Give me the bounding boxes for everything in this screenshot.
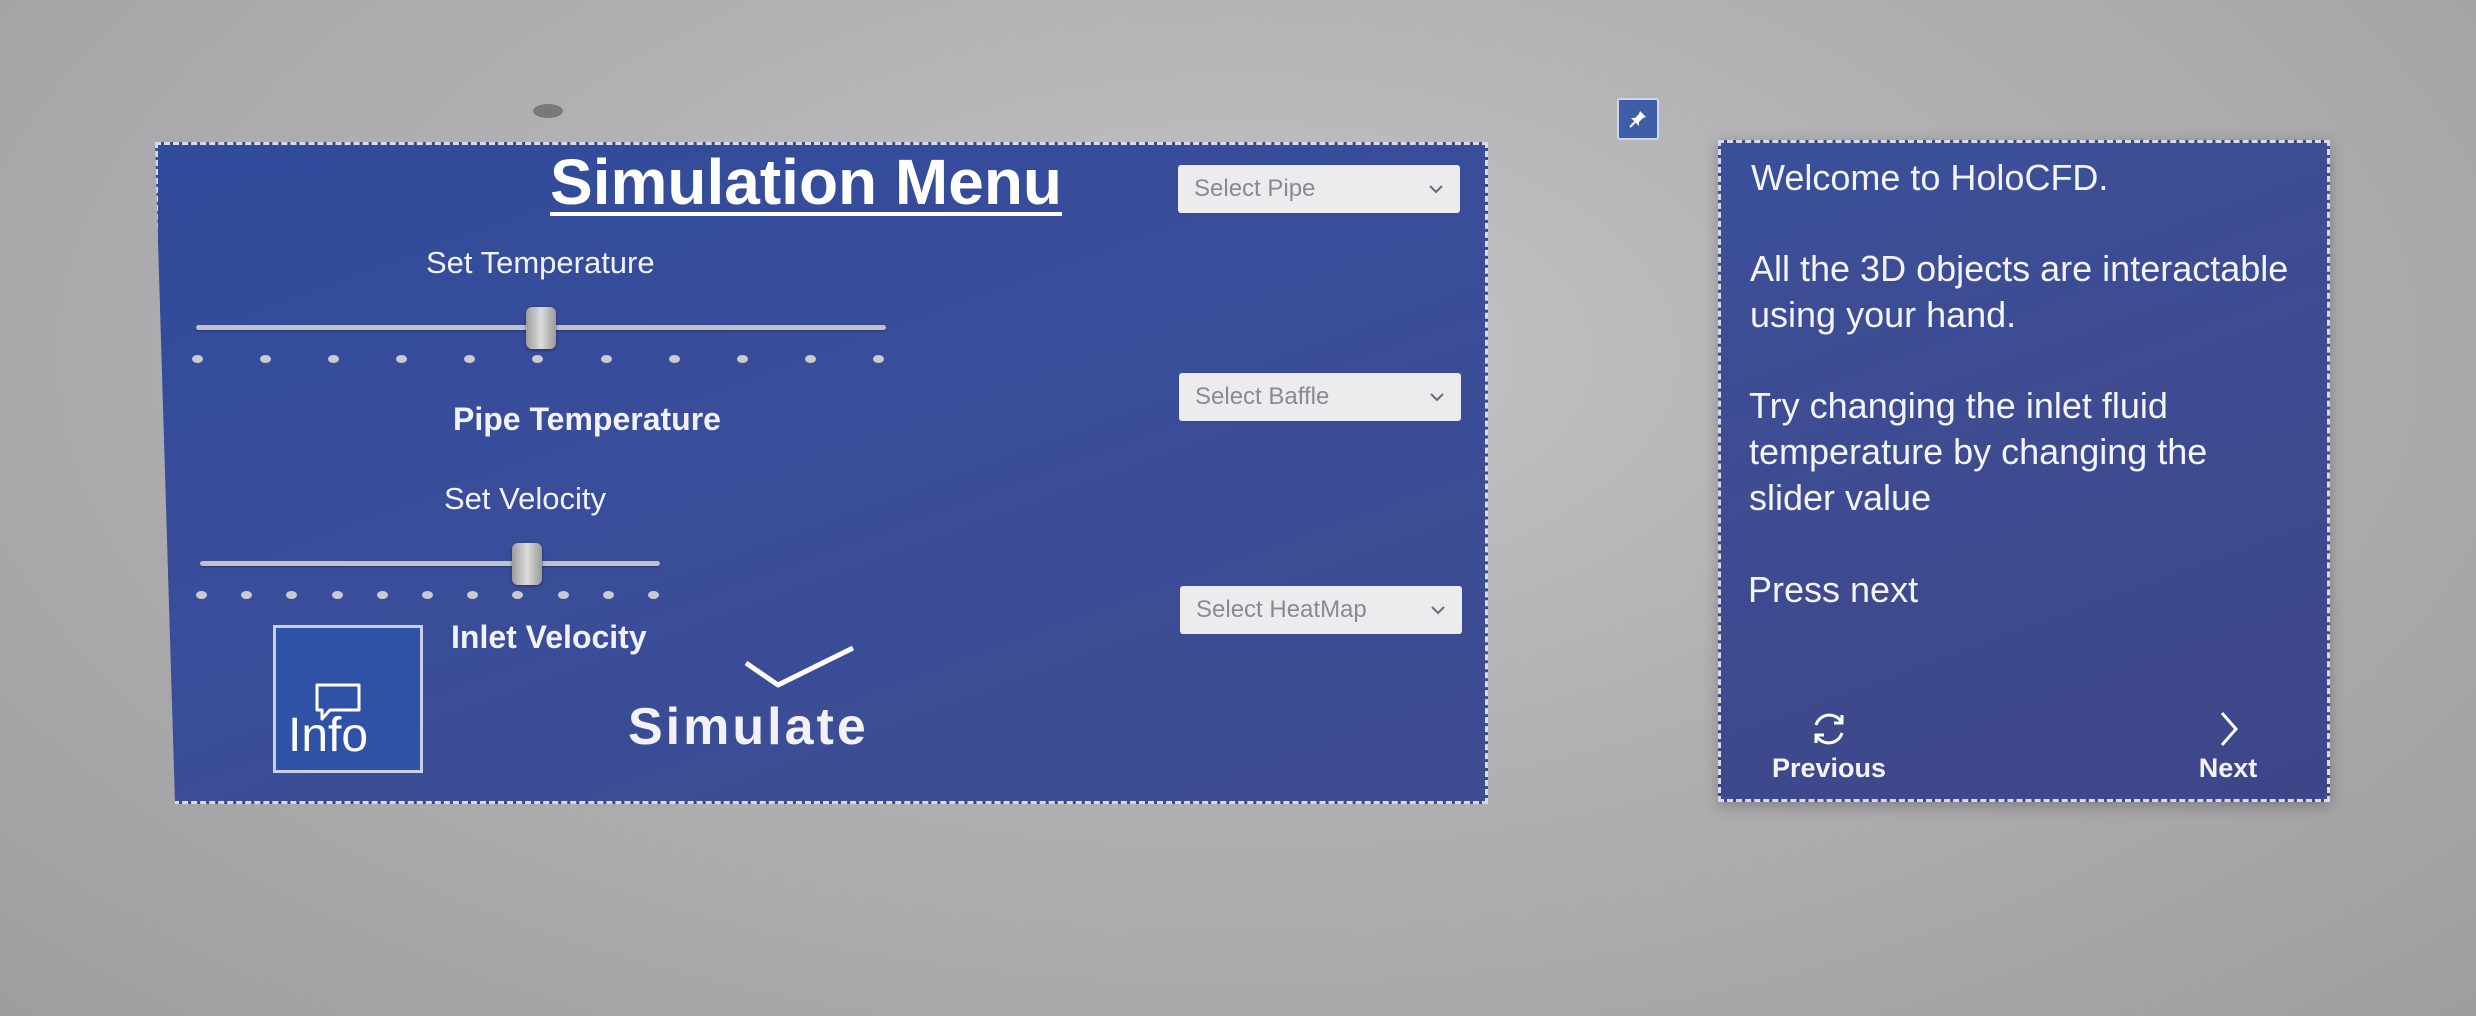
previous-label: Previous <box>1771 753 1887 783</box>
next-button[interactable]: Next <box>2183 709 2273 784</box>
slider-tick <box>600 355 612 363</box>
set-temperature-label: Set Temperature <box>426 245 655 280</box>
pipe-temperature-label: Pipe Temperature <box>453 401 721 437</box>
instructions-text: All the 3D objects are interactable usin… <box>1750 248 2289 335</box>
slider-tick <box>532 355 544 363</box>
slider-tick <box>668 355 680 363</box>
select-heatmap-value: Select HeatMap <box>1196 596 1367 623</box>
select-heatmap-dropdown[interactable]: Select HeatMap <box>1180 586 1462 634</box>
slider-tick <box>512 591 524 599</box>
tutorial-panel: Welcome to HoloCFD. All the 3D objects a… <box>1718 140 2330 802</box>
info-label: Info <box>288 709 369 762</box>
slider-tick <box>328 355 340 363</box>
simulate-label: Simulate <box>628 698 869 756</box>
slider-tick <box>602 591 614 599</box>
slider-tick <box>241 591 253 599</box>
temperature-slider[interactable] <box>196 307 886 349</box>
smudge-artifact <box>533 104 563 118</box>
set-velocity-label: Set Velocity <box>444 481 606 516</box>
slider-tick <box>196 591 207 599</box>
info-button[interactable]: Info <box>273 625 423 773</box>
slider-tick <box>464 355 476 363</box>
temperature-slider-ticks <box>192 355 884 365</box>
chevron-right-icon <box>2220 712 2238 746</box>
velocity-slider[interactable] <box>200 543 660 585</box>
velocity-slider-thumb[interactable] <box>511 543 542 585</box>
checkmark-icon <box>744 645 855 688</box>
page-title: Simulation Menu <box>550 146 1062 218</box>
slider-tick <box>396 355 408 363</box>
slider-tick <box>260 355 272 363</box>
hint-text: Try changing the inlet fluid temperature… <box>1749 385 2208 518</box>
slider-tick <box>467 591 479 599</box>
press-next-text: Press next <box>1748 569 1919 610</box>
inlet-velocity-label: Inlet Velocity <box>451 619 647 655</box>
refresh-icon <box>1814 713 1844 745</box>
slider-tick <box>557 591 569 599</box>
select-baffle-dropdown[interactable]: Select Baffle <box>1179 373 1461 421</box>
slider-tick <box>376 591 388 599</box>
velocity-slider-track[interactable] <box>200 561 660 566</box>
select-pipe-dropdown[interactable]: Select Pipe <box>1178 165 1460 213</box>
pin-button[interactable] <box>1617 98 1659 140</box>
velocity-slider-ticks <box>196 591 659 601</box>
chevron-down-icon <box>1431 606 1445 615</box>
welcome-text: Welcome to HoloCFD. <box>1751 157 2109 198</box>
slider-tick <box>872 355 884 363</box>
slider-tick <box>286 591 298 599</box>
slider-tick <box>736 355 748 363</box>
temperature-slider-thumb[interactable] <box>526 307 556 349</box>
slider-tick <box>331 591 343 599</box>
chevron-down-icon <box>1430 393 1444 402</box>
chevron-down-icon <box>1429 185 1443 194</box>
slider-tick <box>421 591 433 599</box>
simulate-button[interactable]: Simulate <box>628 645 978 775</box>
slider-tick <box>647 591 659 599</box>
slider-tick <box>192 355 203 363</box>
previous-button[interactable]: Previous <box>1769 709 1889 784</box>
pin-icon <box>1629 111 1646 128</box>
select-baffle-value: Select Baffle <box>1195 383 1330 410</box>
select-pipe-value: Select Pipe <box>1194 175 1316 202</box>
next-label: Next <box>2198 753 2258 783</box>
simulation-menu-panel: Simulation Menu Set Temperature Pipe Tem… <box>155 142 1488 804</box>
slider-tick <box>804 355 816 363</box>
